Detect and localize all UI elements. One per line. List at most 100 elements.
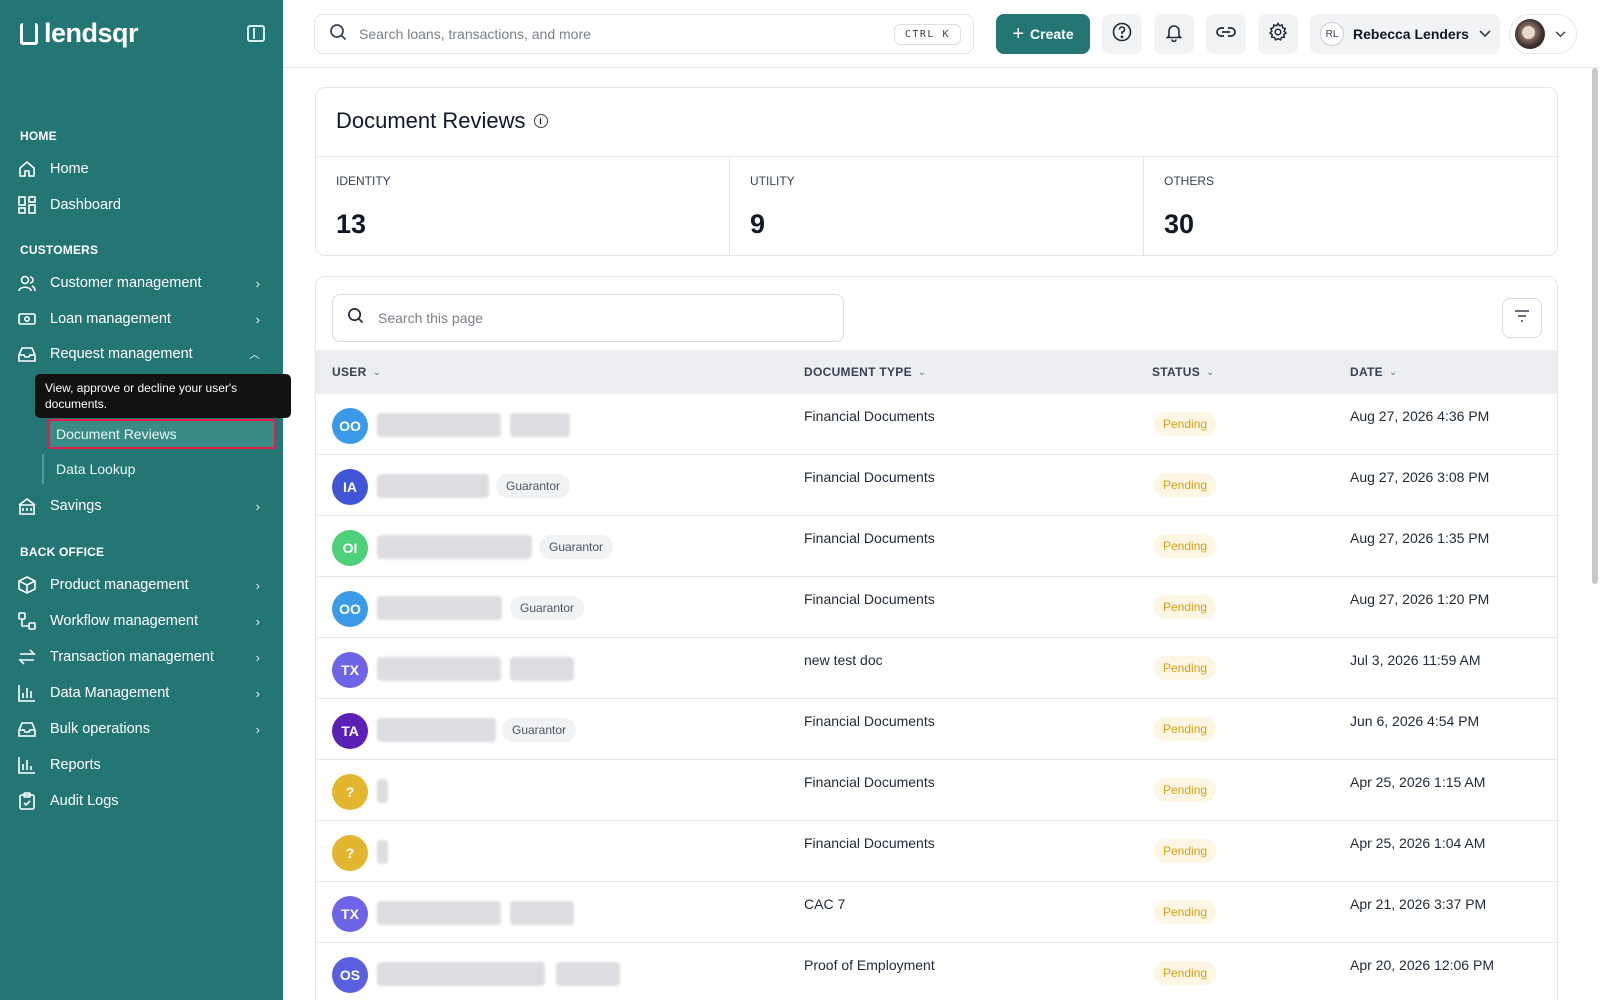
document-type: Financial Documents: [804, 835, 935, 851]
global-search-input[interactable]: Search loans, transactions, and more CTR…: [314, 14, 974, 54]
table-row[interactable]: OO Financial Documents Pending Aug 27, 2…: [316, 394, 1557, 455]
column-header-date[interactable]: DATE ⌄: [1350, 365, 1398, 379]
column-header-document-type[interactable]: DOCUMENT TYPE ⌄: [804, 365, 927, 379]
redacted-tag: [510, 657, 574, 681]
sidebar-item-label: Data Management: [50, 685, 170, 701]
savings-icon: [18, 497, 36, 515]
redacted-tag: [510, 413, 570, 437]
redacted-name: [377, 718, 496, 742]
page-search-placeholder: Search this page: [378, 310, 484, 326]
redacted-name: [377, 962, 545, 986]
table-row[interactable]: TA Guarantor Financial Documents Pending…: [316, 699, 1557, 760]
account-switcher[interactable]: RL Rebecca Lenders: [1310, 14, 1500, 54]
table-row[interactable]: OS Proof of Employment Pending Apr 20, 2…: [316, 943, 1557, 1000]
guarantor-tag: Guarantor: [496, 474, 571, 498]
page-title: Document Reviews i: [336, 108, 548, 134]
sidebar-item-label: Request management: [50, 346, 193, 362]
collapse-sidebar-icon[interactable]: [247, 25, 265, 42]
table-row[interactable]: TX CAC 7 Pending Apr 21, 2026 3:37 PM: [316, 882, 1557, 943]
sidebar-item-transaction-management[interactable]: Transaction management ›: [18, 644, 268, 670]
user-avatar: TX: [332, 896, 368, 932]
stat-others: OTHERS 30: [1144, 157, 1557, 256]
page-scrollbar[interactable]: [1592, 68, 1598, 584]
summary-card: Document Reviews i IDENTITY 13 UTILITY 9…: [315, 87, 1558, 256]
status-badge: Pending: [1154, 412, 1217, 436]
settings-button[interactable]: [1258, 14, 1298, 54]
user-avatar: ?: [332, 835, 368, 871]
create-button[interactable]: + Create: [996, 14, 1090, 54]
date: Jul 3, 2026 11:59 AM: [1350, 652, 1481, 668]
table-row[interactable]: OI Guarantor Financial Documents Pending…: [316, 516, 1557, 577]
sidebar-item-home[interactable]: Home: [18, 156, 268, 182]
sidebar-item-savings[interactable]: Savings ›: [18, 493, 268, 519]
inbox-icon: [18, 345, 36, 363]
stat-label: IDENTITY: [336, 174, 391, 188]
redacted-name: [377, 596, 502, 620]
chevron-right-icon: ›: [255, 613, 260, 629]
section-title-home: HOME: [20, 129, 57, 143]
page-search-input[interactable]: Search this page: [332, 294, 844, 342]
logo-text: lendsqr: [44, 18, 139, 48]
user-avatar: TA: [332, 713, 368, 749]
status-badge: Pending: [1154, 961, 1217, 985]
column-header-status[interactable]: STATUS ⌄: [1152, 365, 1215, 379]
redacted-name: [377, 901, 501, 925]
sidebar-item-request-management[interactable]: Request management ︿: [18, 341, 268, 367]
help-button[interactable]: [1102, 14, 1142, 54]
plus-icon: +: [1012, 23, 1025, 45]
status-badge: Pending: [1154, 717, 1217, 741]
link-button[interactable]: [1206, 14, 1246, 54]
sidebar-item-dashboard[interactable]: Dashboard: [18, 192, 268, 218]
status-badge: Pending: [1154, 595, 1217, 619]
status-badge: Pending: [1154, 778, 1217, 802]
chevron-down-icon: ⌄: [1388, 366, 1398, 378]
sidebar-item-data-lookup[interactable]: Data Lookup: [42, 454, 276, 484]
stat-utility: UTILITY 9: [730, 157, 1144, 256]
column-header-user[interactable]: USER ⌄: [332, 365, 381, 379]
document-type: Financial Documents: [804, 713, 935, 729]
notifications-button[interactable]: [1154, 14, 1194, 54]
lendsqr-logo[interactable]: lendsqr: [20, 18, 139, 49]
profile-menu[interactable]: [1509, 14, 1577, 54]
table-row[interactable]: TX new test doc Pending Jul 3, 2026 11:5…: [316, 638, 1557, 699]
table-row[interactable]: ? Financial Documents Pending Apr 25, 20…: [316, 760, 1557, 821]
sidebar-item-label: Home: [50, 161, 89, 177]
sidebar-item-bulk-operations[interactable]: Bulk operations ›: [18, 716, 268, 742]
filter-button[interactable]: [1502, 298, 1542, 338]
sidebar-item-data-management[interactable]: Data Management ›: [18, 680, 268, 706]
sidebar-item-reports[interactable]: Reports: [18, 752, 268, 778]
chevron-right-icon: ›: [255, 498, 260, 514]
document-type: new test doc: [804, 652, 883, 668]
document-reviews-table-card: Search this page USER ⌄ DOCUMENT TYPE ⌄ ST…: [315, 276, 1558, 1000]
table-header: USER ⌄ DOCUMENT TYPE ⌄ STATUS ⌄ DATE ⌄: [316, 350, 1557, 394]
sidebar-item-product-management[interactable]: Product management ›: [18, 572, 268, 598]
chevron-up-icon: ︿: [249, 349, 260, 361]
sidebar-item-audit-logs[interactable]: Audit Logs: [18, 788, 268, 814]
gear-icon: [1268, 21, 1288, 47]
search-icon: [347, 307, 364, 329]
redacted-name: [377, 474, 489, 498]
section-title-back-office: BACK OFFICE: [20, 545, 105, 559]
column-label: STATUS: [1152, 365, 1201, 379]
redacted-name: [377, 413, 501, 437]
sidebar-item-document-reviews[interactable]: Document Reviews: [48, 419, 276, 449]
chevron-down-icon: ⌄: [1206, 366, 1215, 378]
sidebar-item-loan-management[interactable]: Loan management ›: [18, 306, 268, 332]
guarantor-tag: Guarantor: [502, 718, 577, 742]
user-name: Rebecca Lenders: [1353, 26, 1469, 42]
help-icon: [1112, 22, 1132, 47]
redacted-name: [377, 657, 501, 681]
bar-chart-icon: [18, 684, 36, 702]
sidebar: lendsqr HOME Home Dashboard CUSTOMERS Cu…: [0, 0, 291, 1000]
user-avatar: OO: [332, 408, 368, 444]
workflow-icon: [18, 612, 36, 630]
table-row[interactable]: IA Guarantor Financial Documents Pending…: [316, 455, 1557, 516]
table-row[interactable]: OO Guarantor Financial Documents Pending…: [316, 577, 1557, 638]
sidebar-item-workflow-management[interactable]: Workflow management ›: [18, 608, 268, 634]
redacted-name: [377, 779, 388, 803]
info-icon[interactable]: i: [533, 114, 548, 128]
section-title-customers: CUSTOMERS: [20, 243, 99, 257]
document-type: Financial Documents: [804, 530, 935, 546]
table-row[interactable]: ? Financial Documents Pending Apr 25, 20…: [316, 821, 1557, 882]
sidebar-item-customer-management[interactable]: Customer management ›: [18, 270, 268, 296]
